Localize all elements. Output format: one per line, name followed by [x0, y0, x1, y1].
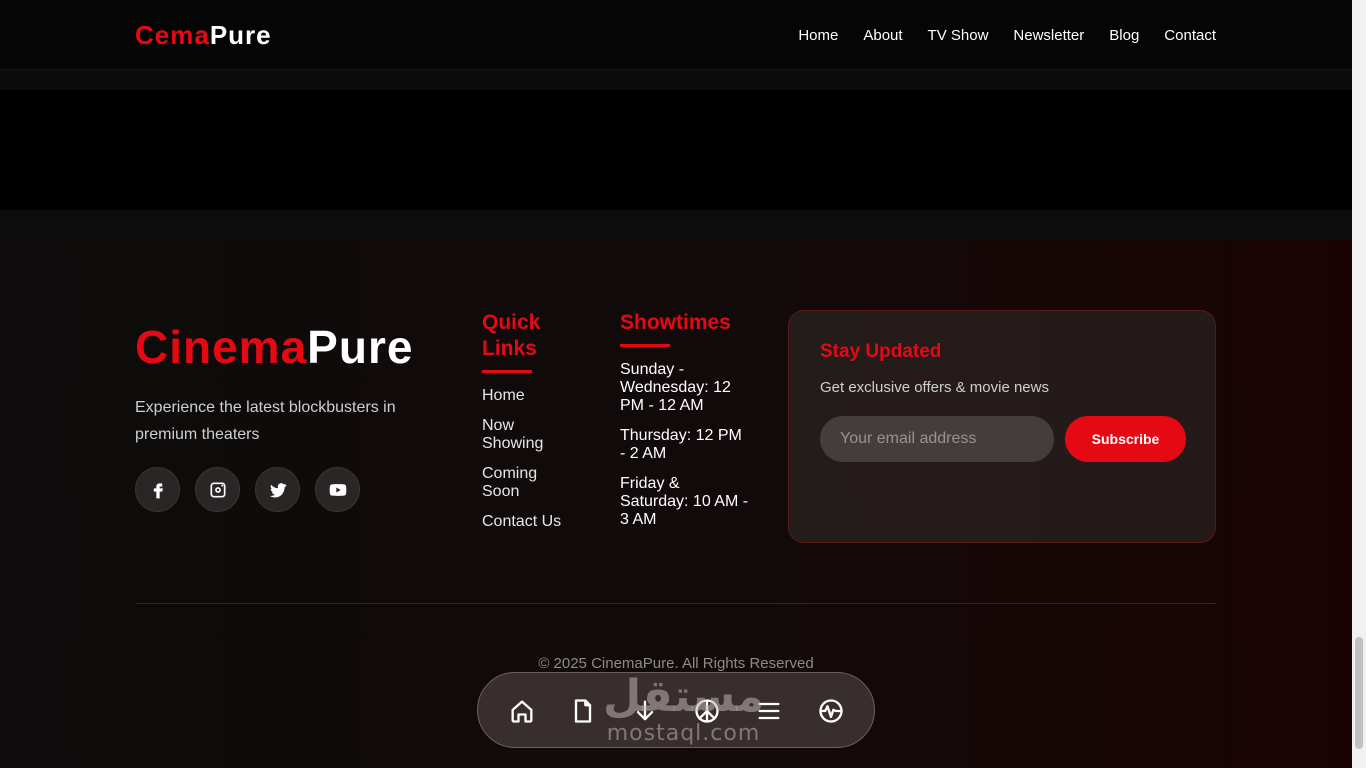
email-input[interactable] — [820, 416, 1054, 462]
quick-link-now-showing[interactable]: Now Showing — [482, 417, 572, 453]
title-underline — [620, 344, 670, 347]
footer-description: Experience the latest blockbusters in pr… — [135, 399, 396, 443]
showtimes-title: Showtimes — [620, 311, 731, 334]
copyright-text: © 2025 CinemaPure. All Rights Reserved — [538, 655, 814, 672]
twitter-icon — [269, 482, 286, 497]
nav-link-blog[interactable]: Blog — [1109, 27, 1139, 44]
dock-file-button[interactable] — [569, 697, 597, 725]
logo-part-white: Pure — [209, 20, 272, 50]
quick-links-list: Home Now Showing Coming Soon Contact Us — [482, 387, 572, 531]
nav-link-home[interactable]: Home — [798, 27, 838, 44]
facebook-link[interactable] — [135, 467, 180, 512]
showtime-item: Sunday - Wednesday: 12 PM - 12 AM — [620, 361, 731, 414]
quick-link-home[interactable]: Home — [482, 387, 572, 405]
logo-part-red: Cema — [135, 20, 210, 50]
nav-link-tv-show[interactable]: TV Show — [928, 27, 989, 44]
activity-icon — [819, 699, 843, 723]
showtime-item: Thursday: 12 PM - 2 AM — [620, 427, 742, 462]
nav-link-about[interactable]: About — [863, 27, 902, 44]
footer-logo: CinemaPure — [135, 320, 413, 374]
showtime-item: Friday & Saturday: 10 AM - 3 AM — [620, 475, 749, 528]
newsletter-title: Stay Updated — [820, 341, 942, 362]
instagram-icon — [210, 482, 225, 497]
title-underline — [482, 370, 532, 373]
quick-links-title: Quick Links — [482, 311, 541, 360]
main-nav: Home About TV Show Newsletter Blog Conta… — [798, 27, 1216, 44]
dock-home-button[interactable] — [508, 697, 536, 725]
site-logo[interactable]: CemaPure — [135, 20, 272, 51]
watermark-latin: mostaql.com — [606, 721, 761, 746]
newsletter-card: Stay Updated Get exclusive offers & movi… — [788, 310, 1216, 543]
nav-link-newsletter[interactable]: Newsletter — [1013, 27, 1084, 44]
footer-divider — [135, 603, 1216, 604]
twitter-link[interactable] — [255, 467, 300, 512]
instagram-link[interactable] — [195, 467, 240, 512]
newsletter-subtitle: Get exclusive offers & movie news — [820, 379, 1049, 396]
footer-logo-red: Cinema — [135, 321, 308, 373]
youtube-link[interactable] — [315, 467, 360, 512]
content-band — [0, 90, 1352, 210]
footer-logo-white: Pure — [307, 321, 414, 373]
quick-link-contact-us[interactable]: Contact Us — [482, 513, 572, 531]
facebook-icon — [153, 482, 163, 498]
quick-links-column: Quick Links Home Now Showing Coming Soon… — [482, 310, 572, 543]
nav-link-contact[interactable]: Contact — [1164, 27, 1216, 44]
page: CemaPure Home About TV Show Newsletter B… — [0, 0, 1366, 768]
section-divider-strip — [0, 70, 1352, 90]
file-icon — [574, 699, 592, 723]
section-divider-strip-lower — [0, 210, 1352, 240]
scrollbar-thumb[interactable] — [1355, 637, 1363, 749]
social-links — [135, 467, 360, 512]
dock-activity-button[interactable] — [817, 697, 845, 725]
watermark: مستقل mostaql.com — [601, 672, 766, 752]
home-icon — [511, 700, 533, 723]
navbar: CemaPure Home About TV Show Newsletter B… — [0, 0, 1352, 70]
showtimes-column: Showtimes Sunday - Wednesday: 12 PM - 12… — [620, 310, 750, 541]
page-scrollbar[interactable] — [1352, 0, 1366, 768]
subscribe-button[interactable]: Subscribe — [1065, 416, 1186, 462]
youtube-icon — [329, 483, 346, 496]
watermark-arabic: مستقل — [603, 671, 764, 722]
quick-link-coming-soon[interactable]: Coming Soon — [482, 465, 572, 501]
